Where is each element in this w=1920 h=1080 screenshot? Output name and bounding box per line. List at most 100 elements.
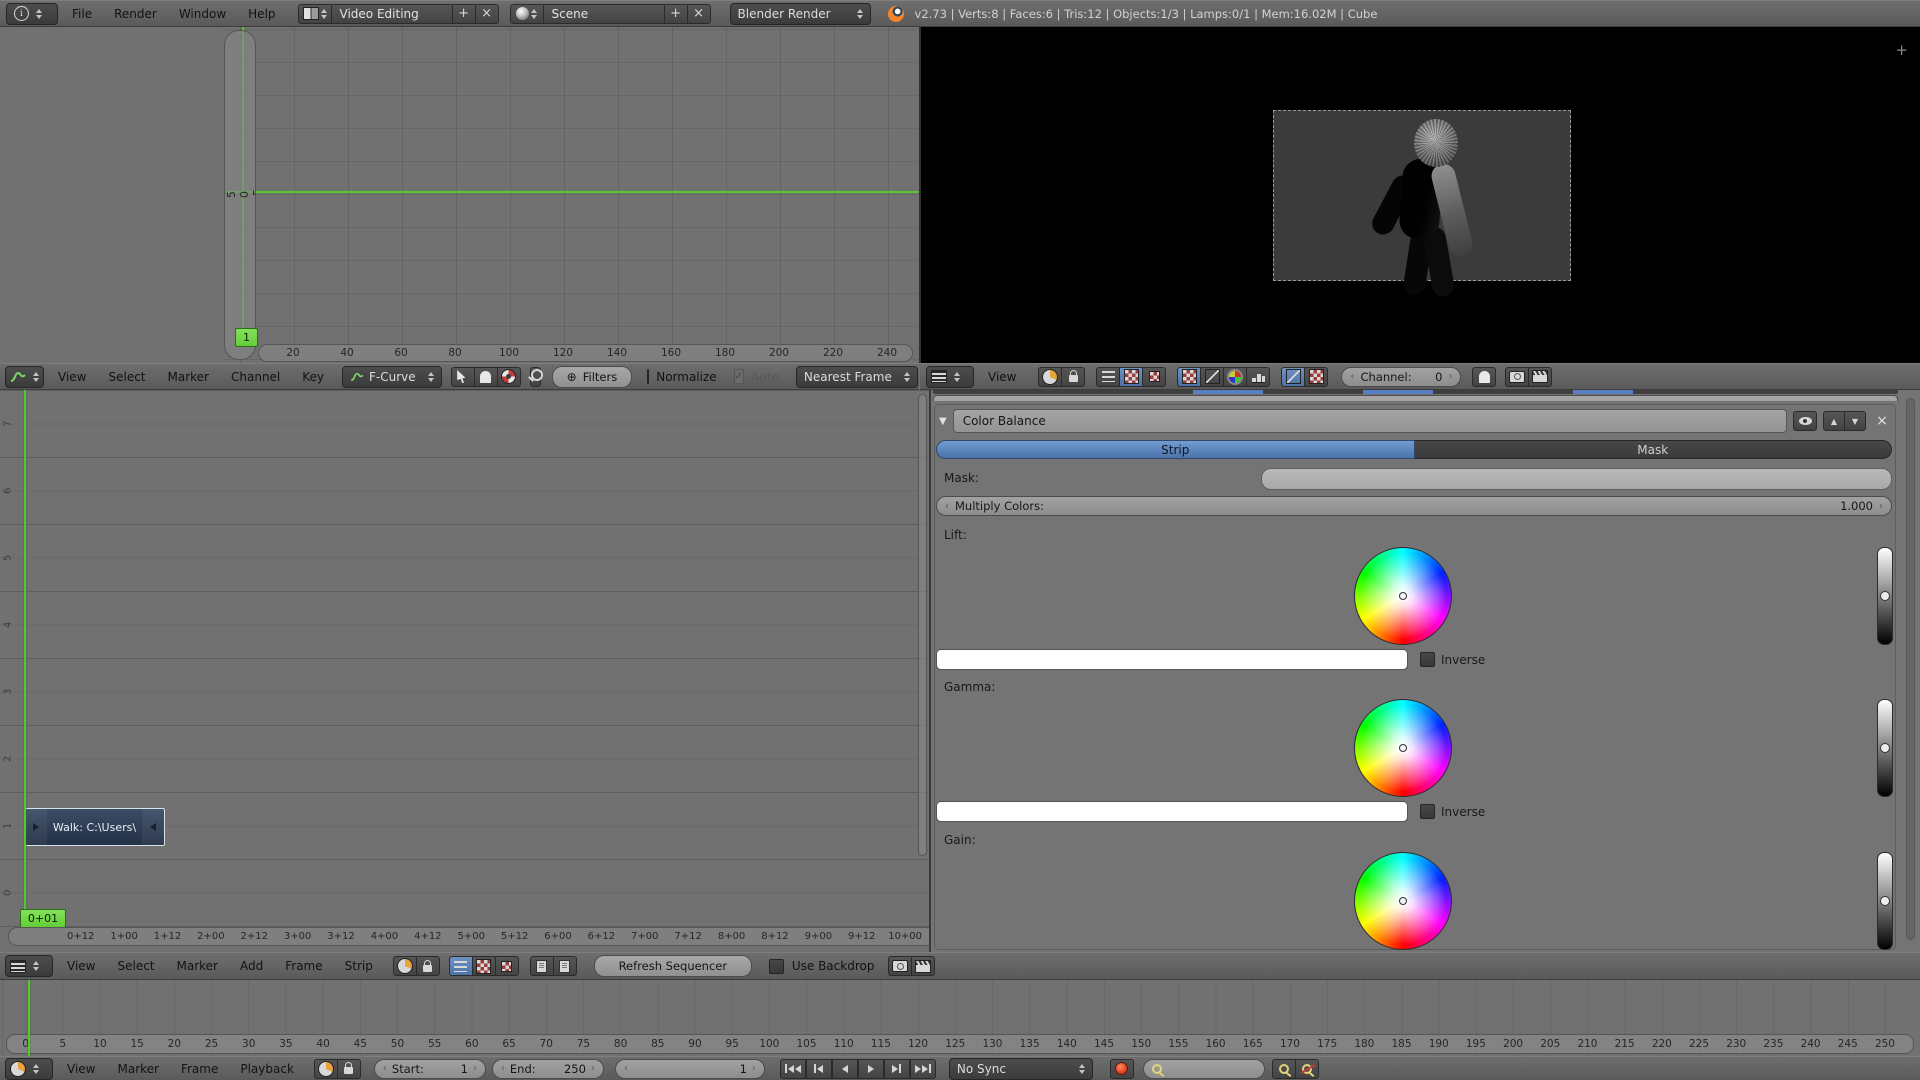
sequencer-menu-item[interactable]: View <box>56 959 106 973</box>
ghost-curves-button[interactable] <box>474 367 498 387</box>
graph-menu-item[interactable]: Key <box>291 370 335 384</box>
graph-editor-canvas[interactable]: 50-5 20406080100120140160180200220240 1 <box>0 27 919 363</box>
increment-arrow-icon[interactable]: › <box>1448 371 1452 382</box>
timeline-canvas[interactable]: 0510152025303540455055606570758085909510… <box>0 980 1920 1056</box>
decrement-arrow-icon[interactable]: ‹ <box>1350 371 1354 382</box>
region-expand-icon[interactable]: + <box>1895 41 1908 59</box>
add-modifier-button[interactable]: Add Strip Modifier <box>933 395 1898 401</box>
wheel-cursor[interactable] <box>1399 897 1407 905</box>
decrement-arrow-icon[interactable]: ‹ <box>383 1063 387 1074</box>
display-histogram-button[interactable] <box>1246 367 1270 387</box>
copy-strip-button[interactable] <box>530 956 554 976</box>
normalization-helper-button[interactable] <box>497 367 521 387</box>
keying-set-field[interactable] <box>1143 1059 1265 1079</box>
increment-arrow-icon[interactable]: › <box>591 1063 595 1074</box>
graph-menu-item[interactable]: Select <box>97 370 156 384</box>
display-waveform-button[interactable] <box>1200 367 1224 387</box>
sequence-strip[interactable]: Walk: C:\Users\ <box>24 808 165 846</box>
delete-screen-layout-button[interactable]: × <box>475 4 499 24</box>
preview-editor-type-selector[interactable] <box>926 366 974 388</box>
graph-menu-item[interactable]: View <box>47 370 97 384</box>
paste-strip-button[interactable] <box>553 956 577 976</box>
strip-left-handle[interactable] <box>25 809 47 845</box>
graph-editor-type-selector[interactable] <box>5 366 44 388</box>
delete-keyframe-button[interactable] <box>1295 1059 1319 1079</box>
increment-arrow-icon[interactable]: › <box>473 1063 477 1074</box>
timeline-scrollbar-ruler[interactable]: 0510152025303540455055606570758085909510… <box>6 1034 1914 1054</box>
view-both-button[interactable] <box>1142 367 1166 387</box>
display-image-button[interactable] <box>1177 367 1201 387</box>
increment-arrow-icon[interactable]: › <box>1879 501 1883 512</box>
sequencer-vertical-scrollbar[interactable] <box>918 394 927 856</box>
sequencer-horizontal-scrollbar[interactable]: 0+121+001+122+002+123+003+124+004+125+00… <box>8 927 929 946</box>
start-frame-field[interactable]: ‹ Start: 1 › <box>374 1059 486 1079</box>
gamma-color-wheel[interactable] <box>1354 699 1452 797</box>
slider-handle[interactable] <box>1880 896 1890 906</box>
checker-background-button[interactable] <box>1304 367 1328 387</box>
gain-value-slider[interactable] <box>1877 852 1893 950</box>
timeline-menu-item[interactable]: Marker <box>106 1062 169 1076</box>
display-vectorscope-button[interactable] <box>1223 367 1247 387</box>
gamma-value-slider[interactable] <box>1877 699 1893 797</box>
wheel-cursor[interactable] <box>1399 744 1407 752</box>
properties-scrollbar[interactable] <box>1906 398 1915 940</box>
sequencer-menu-item[interactable]: Strip <box>334 959 384 973</box>
refresh-sequencer-button[interactable]: Refresh Sequencer <box>594 955 752 977</box>
lift-color-swatch[interactable] <box>936 649 1408 670</box>
add-screen-layout-button[interactable]: + <box>452 4 476 24</box>
tab-strip[interactable]: Strip <box>936 440 1415 459</box>
area-divider[interactable] <box>919 27 921 363</box>
current-frame-field[interactable]: ‹ 1 › <box>615 1059 765 1079</box>
use-backdrop-checkbox[interactable] <box>769 959 784 974</box>
panel-expander-icon[interactable]: ▼ <box>939 416 947 427</box>
decrement-arrow-icon[interactable]: ‹ <box>624 1063 628 1074</box>
lift-value-slider[interactable] <box>1877 547 1893 645</box>
increment-arrow-icon[interactable]: › <box>752 1063 756 1074</box>
slider-handle[interactable] <box>1880 743 1890 753</box>
modifier-name-field[interactable]: Color Balance <box>953 409 1787 433</box>
insert-keyframe-button[interactable] <box>1272 1059 1296 1079</box>
render-engine-dropdown[interactable]: Blender Render <box>730 3 871 25</box>
delete-modifier-button[interactable]: × <box>1872 413 1892 429</box>
timeline-editor-type-selector[interactable] <box>5 1058 53 1080</box>
move-modifier-down-button[interactable]: ▼ <box>1844 411 1866 431</box>
topbar-menu-item[interactable]: Window <box>168 7 237 21</box>
screenshot-button[interactable] <box>1505 367 1529 387</box>
screenshot-button[interactable] <box>888 956 912 976</box>
slider-handle[interactable] <box>1880 591 1890 601</box>
lock-button[interactable] <box>416 956 440 976</box>
update-time-button[interactable] <box>393 956 417 976</box>
auto-keyframe-record-button[interactable] <box>1110 1059 1134 1079</box>
play-reverse-button[interactable] <box>832 1059 858 1079</box>
previous-keyframe-button[interactable] <box>806 1059 832 1079</box>
normalize-checkbox[interactable] <box>647 369 649 384</box>
play-button[interactable] <box>858 1059 884 1079</box>
timeline-menu-item[interactable]: View <box>56 1062 106 1076</box>
sequencer-menu-item[interactable]: Marker <box>166 959 229 973</box>
jump-to-end-button[interactable] <box>910 1059 936 1079</box>
auto-normalize-checkbox[interactable]: ✓ <box>734 369 744 384</box>
preview-canvas[interactable]: + <box>921 27 1920 363</box>
sync-mode-dropdown[interactable]: No Sync <box>949 1058 1093 1080</box>
graph-menu-item[interactable]: Marker <box>157 370 220 384</box>
view-both-button[interactable] <box>495 956 519 976</box>
tab-mask[interactable]: Mask <box>1415 440 1893 459</box>
mute-modifier-button[interactable] <box>1793 411 1817 431</box>
preview-menu-item[interactable]: View <box>977 370 1027 384</box>
scene-selector[interactable] <box>510 4 544 24</box>
screen-layout-selector[interactable] <box>298 4 332 24</box>
gamma-color-swatch[interactable] <box>936 801 1408 822</box>
strip-right-handle[interactable] <box>142 809 164 845</box>
frame-snap-dropdown[interactable]: Nearest Frame <box>796 366 918 388</box>
channel-field[interactable]: ‹ Channel: 0 › <box>1341 367 1461 387</box>
ghost-frames-button[interactable] <box>1472 367 1496 387</box>
sequencer-playhead[interactable] <box>24 390 26 926</box>
decrement-arrow-icon[interactable]: ‹ <box>945 501 949 512</box>
overlay-button[interactable] <box>1281 367 1305 387</box>
timeline-menu-item[interactable]: Playback <box>229 1062 305 1076</box>
graph-horizontal-scrollbar[interactable]: 20406080100120140160180200220240 <box>258 344 913 362</box>
graph-menu-item[interactable]: Channel <box>220 370 291 384</box>
sequencer-menu-item[interactable]: Frame <box>274 959 333 973</box>
end-frame-field[interactable]: ‹ End: 250 › <box>492 1059 604 1079</box>
jump-to-start-button[interactable] <box>780 1059 806 1079</box>
